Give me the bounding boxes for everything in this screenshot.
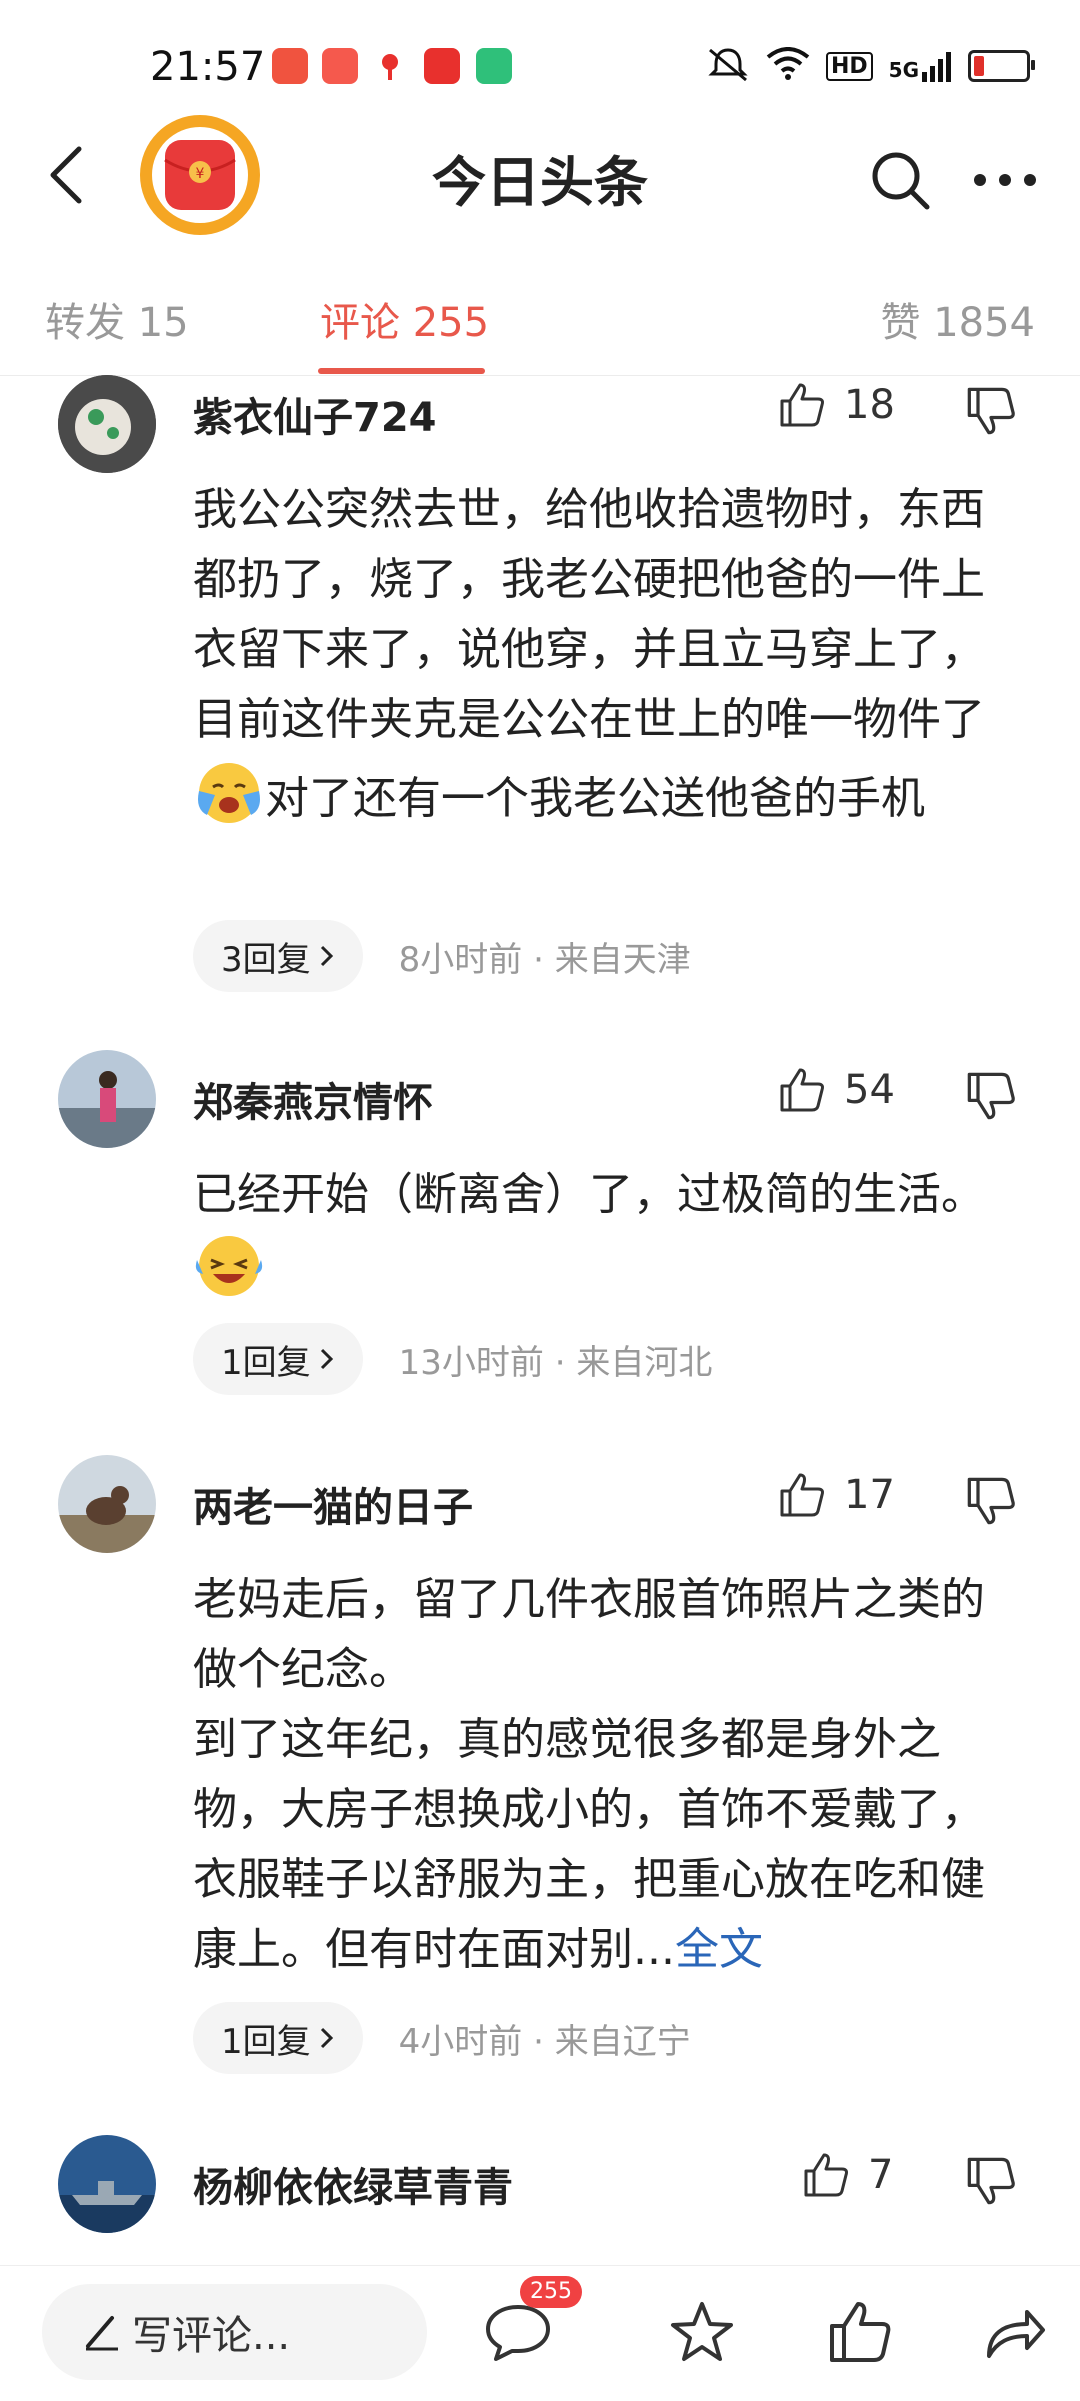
wallet-app-icon bbox=[476, 48, 512, 84]
avatar[interactable] bbox=[58, 1455, 156, 1553]
comment-username[interactable]: 紫衣仙子724 bbox=[193, 385, 437, 443]
replies-button[interactable]: 1回复 bbox=[193, 2002, 363, 2074]
comment-time-location: 4小时前 · 来自辽宁 bbox=[398, 2021, 691, 2062]
comment-text: 老妈走后，留了几件衣服首饰照片之类的做个纪念。 到了这年纪，真的感觉很多都是身外… bbox=[193, 1574, 985, 1975]
status-time: 21:57 bbox=[150, 44, 266, 90]
thumbs-down-icon[interactable] bbox=[965, 1070, 1017, 1122]
like-button[interactable]: 7 bbox=[802, 2151, 893, 2199]
title-bar: ¥ 今日头条 bbox=[0, 110, 1080, 240]
thumbs-down-icon[interactable] bbox=[965, 2155, 1017, 2207]
active-tab-indicator bbox=[318, 368, 485, 374]
battery-icon bbox=[968, 50, 1035, 82]
laughing-tears-emoji-icon bbox=[195, 1236, 263, 1296]
shopping-618-icon bbox=[424, 48, 460, 84]
star-icon bbox=[671, 2302, 733, 2361]
chevron-right-icon bbox=[320, 2027, 333, 2049]
map-pin-icon bbox=[372, 48, 408, 84]
share-button[interactable] bbox=[975, 2292, 1055, 2372]
chevron-right-icon bbox=[320, 945, 333, 967]
like-count: 54 bbox=[844, 1067, 895, 1113]
like-count: 7 bbox=[868, 2152, 894, 2198]
favorite-button[interactable] bbox=[662, 2292, 742, 2372]
music-app-icon bbox=[272, 48, 308, 84]
crying-emoji-icon bbox=[198, 763, 260, 823]
thumbs-up-icon bbox=[780, 1068, 824, 1112]
replies-button[interactable]: 1回复 bbox=[193, 1323, 363, 1395]
thumbs-up-icon bbox=[804, 2153, 848, 2197]
avatar[interactable] bbox=[58, 1050, 156, 1148]
more-dots-icon bbox=[974, 174, 1036, 186]
share-arrow-icon bbox=[987, 2310, 1045, 2358]
like-count: 17 bbox=[844, 1472, 895, 1518]
search-icon bbox=[872, 152, 930, 210]
avatar[interactable] bbox=[58, 375, 156, 473]
comment-text: 我公公突然去世，给他收拾遗物时，东西都扔了，烧了，我老公硬把他爸的一件上衣留下来… bbox=[193, 475, 1013, 834]
thumbs-up-icon bbox=[830, 2302, 891, 2362]
comment-username[interactable]: 郑秦燕京情怀 bbox=[193, 1070, 433, 1128]
tab-comments[interactable]: 评论 255 bbox=[320, 290, 489, 348]
avatar[interactable] bbox=[58, 2135, 156, 2233]
search-button[interactable] bbox=[860, 140, 940, 220]
comment-username[interactable]: 杨柳依依绿草青青 bbox=[193, 2155, 513, 2213]
like-button[interactable]: 17 bbox=[778, 1471, 895, 1519]
wifi-icon bbox=[766, 47, 810, 85]
hd-badge: HD bbox=[825, 51, 873, 81]
tab-likes[interactable]: 赞 1854 bbox=[880, 290, 1035, 348]
signal-icon: 5G bbox=[889, 50, 952, 82]
comment-time-location: 13小时前 · 来自河北 bbox=[398, 1342, 713, 1383]
thumbs-up-icon bbox=[780, 383, 824, 427]
tab-bar: 转发 15 评论 255 赞 1854 bbox=[0, 250, 1080, 376]
chevron-right-icon bbox=[320, 1348, 333, 1370]
comment-meta: 3回复 8小时前 · 来自天津 bbox=[193, 920, 691, 992]
like-article-button[interactable] bbox=[820, 2292, 900, 2372]
pencil-icon bbox=[86, 2316, 118, 2351]
thumbs-down-icon[interactable] bbox=[965, 1475, 1017, 1527]
comment-bubble-icon bbox=[486, 2305, 550, 2361]
video-app-icon bbox=[322, 48, 358, 84]
replies-button[interactable]: 3回复 bbox=[193, 920, 363, 992]
like-count: 18 bbox=[844, 382, 895, 428]
comment-text: 已经开始（断离舍）了，过极简的生活。 bbox=[193, 1160, 1013, 1309]
more-button[interactable] bbox=[965, 140, 1045, 220]
like-button[interactable]: 54 bbox=[778, 1066, 895, 1114]
read-more-link[interactable]: 全文 bbox=[675, 1924, 763, 1975]
bottom-action-bar: 写评论... 255 bbox=[0, 2265, 1080, 2401]
comment-meta: 1回复 13小时前 · 来自河北 bbox=[193, 1323, 712, 1395]
comment-meta: 1回复 4小时前 · 来自辽宁 bbox=[193, 2002, 691, 2074]
thumbs-up-icon bbox=[780, 1473, 824, 1517]
thumbs-down-icon[interactable] bbox=[965, 385, 1017, 437]
write-comment-input[interactable]: 写评论... bbox=[42, 2284, 427, 2380]
comment-username[interactable]: 两老一猫的日子 bbox=[193, 1475, 473, 1533]
comment-time-location: 8小时前 · 来自天津 bbox=[398, 939, 691, 980]
like-button[interactable]: 18 bbox=[778, 381, 895, 429]
comment-count-badge: 255 bbox=[520, 2276, 582, 2308]
network-label: 5G bbox=[888, 58, 919, 82]
tab-reposts[interactable]: 转发 15 bbox=[45, 290, 189, 348]
mute-icon bbox=[706, 46, 750, 86]
